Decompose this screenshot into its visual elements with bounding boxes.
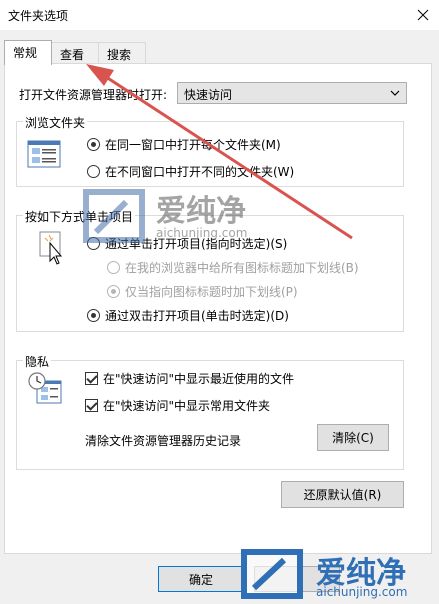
double-click-label: 通过双击打开项目(单击时选定)(D) xyxy=(105,309,289,323)
close-icon xyxy=(417,9,429,21)
browse-folders-group: 浏览文件夹 在同一窗口中打开每个文件夹(M) 在不同窗口中打开不同的文件夹(W) xyxy=(16,114,404,187)
show-frequent-folders-label: 在"快速访问"中显示常用文件夹 xyxy=(103,399,271,413)
folder-window-icon xyxy=(27,140,61,168)
general-tab-panel: 打开文件资源管理器时打开: 快速访问 浏览文件夹 在同一窗口中打开每个文件夹(M… xyxy=(4,63,432,554)
folder-options-dialog: 文件夹选项 常规 查看 搜索 打开文件资源管理器时打开: 快速访问 浏览文件夹 xyxy=(0,0,439,604)
watermark-center-url: aichunjing.com xyxy=(156,226,248,240)
underline-browser-option[interactable]: 在我的浏览器中给所有图标标题加下划线(B) xyxy=(107,259,359,276)
open-explorer-label: 打开文件资源管理器时打开: xyxy=(19,88,168,102)
open-new-window-label: 在不同窗口中打开不同的文件夹(W) xyxy=(105,165,295,179)
double-click-option[interactable]: 通过双击打开项目(单击时选定)(D) xyxy=(87,307,289,324)
browse-folders-title: 浏览文件夹 xyxy=(23,114,88,131)
radio-button[interactable] xyxy=(107,261,120,274)
underline-hover-option[interactable]: 仅当指向图标标题时加下划线(P) xyxy=(107,283,298,300)
radio-button[interactable] xyxy=(87,165,100,178)
privacy-clock-icon xyxy=(28,372,62,404)
pointer-click-icon xyxy=(39,231,63,265)
close-button[interactable] xyxy=(407,0,439,30)
open-new-window-option[interactable]: 在不同窗口中打开不同的文件夹(W) xyxy=(87,163,294,180)
watermark-center-brand: 爱纯净 xyxy=(156,194,246,229)
clear-history-label: 清除文件资源管理器历史记录 xyxy=(85,434,242,448)
radio-button[interactable] xyxy=(87,309,100,322)
watermark-logo-icon xyxy=(83,189,145,243)
open-same-window-option[interactable]: 在同一窗口中打开每个文件夹(M) xyxy=(87,136,281,153)
tab-search[interactable]: 搜索 xyxy=(98,42,146,64)
open-explorer-value: 快速访问 xyxy=(184,88,233,102)
privacy-title: 隐私 xyxy=(23,353,52,370)
show-recent-files-label: 在"快速访问"中显示最近使用的文件 xyxy=(103,372,295,386)
restore-defaults-button[interactable]: 还原默认值(R) xyxy=(281,481,404,508)
underline-browser-label: 在我的浏览器中给所有图标标题加下划线(B) xyxy=(125,261,359,275)
radio-button[interactable] xyxy=(87,138,100,151)
radio-button[interactable] xyxy=(107,285,120,298)
clear-history-button[interactable]: 清除(C) xyxy=(317,424,389,451)
window-title: 文件夹选项 xyxy=(8,9,69,23)
open-explorer-dropdown[interactable]: 快速访问 xyxy=(177,82,407,104)
title-bar: 文件夹选项 xyxy=(0,0,439,30)
checkbox[interactable] xyxy=(85,399,98,412)
show-recent-files-option[interactable]: 在"快速访问"中显示最近使用的文件 xyxy=(85,370,294,387)
watermark-corner-url: aichunjing.com xyxy=(316,585,408,599)
chevron-down-icon xyxy=(390,90,400,96)
tab-general[interactable]: 常规 xyxy=(4,40,52,65)
show-frequent-folders-option[interactable]: 在"快速访问"中显示常用文件夹 xyxy=(85,397,270,414)
open-same-window-label: 在同一窗口中打开每个文件夹(M) xyxy=(105,138,281,152)
checkbox[interactable] xyxy=(85,372,98,385)
watermark-corner-logo-icon xyxy=(241,549,303,599)
privacy-group: 隐私 在"快速访问"中显示最近使用的文件 在"快速访问"中显示常用文件夹 清除文… xyxy=(16,353,404,470)
ok-button[interactable]: 确定 xyxy=(158,566,244,592)
tab-view[interactable]: 查看 xyxy=(51,42,99,64)
underline-hover-label: 仅当指向图标标题时加下划线(P) xyxy=(125,285,298,299)
